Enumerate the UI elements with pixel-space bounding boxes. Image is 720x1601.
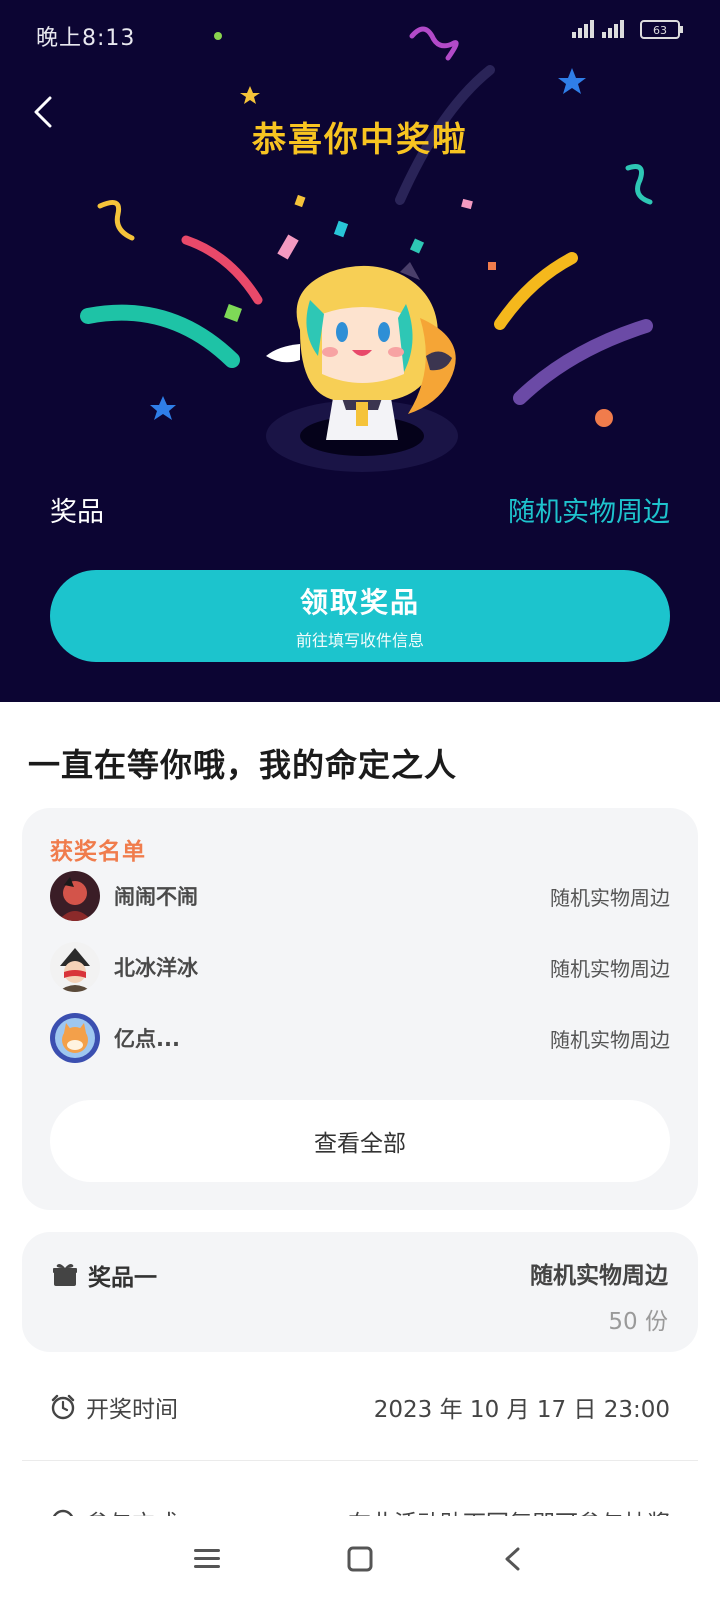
view-all-button[interactable]: 查看全部: [50, 1100, 670, 1182]
prize-card-right: 随机实物周边 50 份: [530, 1256, 668, 1336]
page-heading: 一直在等你哦，我的命定之人: [28, 746, 458, 784]
avatar: [50, 871, 100, 921]
nav-menu-button[interactable]: [177, 1529, 237, 1589]
prize-item-value: 随机实物周边: [530, 1263, 668, 1289]
prize-card-left: 奖品一: [52, 1258, 157, 1292]
battery-level: 63: [653, 24, 667, 37]
prize-item-name: 奖品一: [88, 1265, 157, 1291]
prize-card: 奖品一 随机实物周边 50 份: [22, 1232, 698, 1352]
prize-row: 奖品 随机实物周边: [50, 490, 670, 529]
congrats-title: 恭喜你中奖啦: [252, 120, 468, 160]
status-time: 晚上8:13: [36, 26, 136, 51]
system-nav-bar: [0, 1516, 720, 1601]
prize-value: 随机实物周边: [508, 497, 670, 528]
winner-prize: 随机实物周边: [550, 956, 670, 981]
winner-row[interactable]: 闹闹不闹 随机实物周边: [50, 870, 670, 922]
draw-time-row: 开奖时间 2023 年 10 月 17 日 23:00: [50, 1390, 670, 1424]
claim-prize-button[interactable]: 领取奖品 前往填写收件信息: [50, 570, 670, 662]
draw-time-label: 开奖时间: [86, 1397, 178, 1423]
claim-button-label: 领取奖品: [299, 586, 420, 619]
home-square-icon: [347, 1546, 373, 1571]
winner-name: 亿点...: [114, 1027, 180, 1051]
draw-time-value: 2023 年 10 月 17 日 23:00: [373, 1397, 670, 1423]
battery-icon: 63: [640, 20, 683, 39]
winner-row[interactable]: 北冰洋冰 随机实物周边: [50, 941, 670, 993]
draw-time-label-group: 开奖时间: [50, 1390, 178, 1424]
winner-name: 闹闹不闹: [114, 885, 198, 909]
nav-home-button[interactable]: [330, 1529, 390, 1589]
winner-prize: 随机实物周边: [550, 1027, 670, 1052]
winner-row[interactable]: 亿点... 随机实物周边: [50, 1012, 670, 1064]
divider: [22, 1460, 698, 1461]
hero-banner: 晚上8:13 63 恭喜你中奖啦 奖品 随机实物周边 领取奖品 前往填写收件信息: [0, 0, 720, 702]
menu-icon: [193, 1548, 220, 1568]
status-icons: 63: [570, 18, 684, 40]
winner-prize: 随机实物周边: [550, 885, 670, 910]
signal-icon: [572, 20, 624, 38]
claim-button-sublabel: 前往填写收件信息: [295, 631, 424, 650]
chevron-left-icon: [505, 1547, 520, 1570]
prize-label: 奖品: [50, 497, 104, 528]
winner-name: 北冰洋冰: [114, 956, 198, 980]
status-bar: 晚上8:13 63: [0, 0, 720, 66]
winners-card: 获奖名单 闹闹不闹 随机实物周边 北冰洋冰 随机实物周边 亿点... 随机实物周…: [22, 808, 698, 1210]
prize-item-count: 50 份: [608, 1309, 668, 1335]
gift-icon: [53, 1264, 77, 1286]
winners-title: 获奖名单: [50, 839, 146, 865]
nav-back-button[interactable]: [483, 1529, 543, 1589]
avatar: [50, 1013, 100, 1063]
avatar: [50, 942, 100, 992]
alarm-clock-icon: [51, 1394, 75, 1420]
